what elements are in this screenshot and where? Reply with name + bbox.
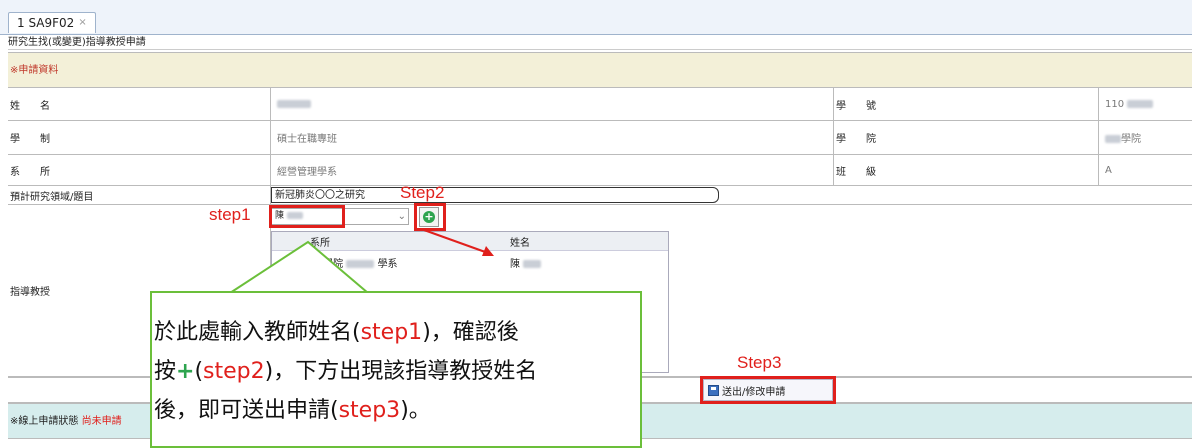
class-value: A [1105, 164, 1112, 176]
status-label: ※線上申請狀態 [10, 416, 79, 427]
grid-col-name: 姓名 [510, 238, 530, 249]
arrow-icon [423, 229, 494, 256]
step3-label: Step3 [737, 353, 782, 372]
name-label: 姓 名 [10, 100, 50, 112]
row-program: 學 制 碩士在職專班 學 院 學院 [8, 121, 1192, 155]
advisor-label: 指導教授 [10, 287, 50, 298]
step2-label: Step2 [400, 183, 445, 202]
name-value [271, 88, 834, 120]
step1-highlight [269, 205, 345, 228]
row-dept: 系 所 經營管理學系 班 級 A [8, 155, 1192, 186]
callout-pointer [230, 240, 370, 294]
student-id-label: 學 號 [836, 100, 876, 112]
status-value: 尚未申請 [81, 416, 122, 427]
row-name: 姓 名 學 號 110 [8, 88, 1192, 121]
instruction-callout: 於此處輸入教師姓名(step1)，確認後 按+(step2)，下方出現該指導教授… [150, 291, 642, 448]
step1-label: step1 [209, 205, 251, 224]
step3-highlight [700, 376, 836, 404]
tab-sa9f02[interactable]: 1 SA9F02 × [8, 12, 96, 33]
page-title: 研究生找(或變更)指導教授申請 [8, 36, 1192, 50]
tab-bar: 1 SA9F02 × [0, 0, 1192, 35]
college-label: 學 院 [836, 134, 876, 145]
program-label: 學 制 [10, 134, 50, 145]
topic-input[interactable]: 新冠肺炎〇〇之研究 [271, 187, 719, 203]
dept-value: 經營管理學系 [277, 166, 337, 178]
dept-label: 系 所 [10, 166, 50, 178]
tab-label: 1 SA9F02 [17, 16, 75, 30]
program-value: 碩士在職專班 [277, 134, 337, 145]
college-value: 學院 [1099, 121, 1192, 154]
close-icon[interactable]: × [78, 13, 86, 33]
topic-label: 預計研究領域/題目 [10, 191, 94, 203]
chevron-down-icon[interactable]: ⌄ [398, 209, 406, 224]
class-label: 班 級 [836, 166, 876, 178]
section-header: ※申請資料 [8, 52, 1192, 88]
student-id-value: 110 [1099, 88, 1192, 120]
